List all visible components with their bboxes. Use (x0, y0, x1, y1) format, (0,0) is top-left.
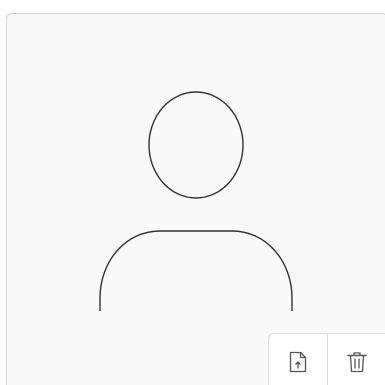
file-upload-icon (289, 351, 307, 373)
avatar-actions (268, 333, 385, 385)
delete-button[interactable] (327, 334, 385, 385)
trash-icon (346, 352, 367, 373)
avatar-editor (0, 0, 385, 385)
avatar-frame (6, 13, 385, 385)
upload-button[interactable] (269, 334, 327, 385)
